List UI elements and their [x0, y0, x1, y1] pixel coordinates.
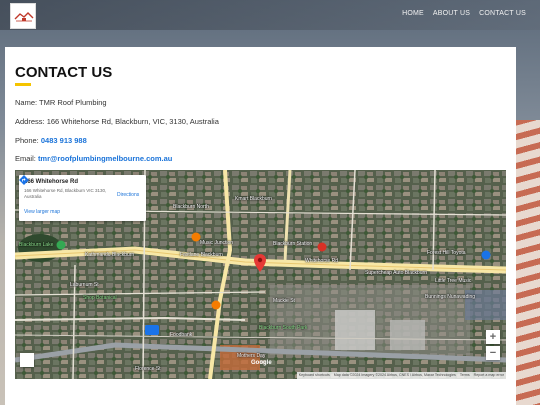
keyboard-shortcuts-link[interactable]: Keyboard shortcuts [297, 372, 332, 379]
name-label: Name: [15, 98, 38, 107]
map-card-title: 166 Whitehorse Rd [24, 179, 79, 185]
report-map-error-link[interactable]: Report a map error [472, 372, 506, 379]
place-label: Blackburn Station [273, 241, 313, 247]
place-label: Mothers Day [237, 353, 266, 359]
directions-link[interactable]: Directions [117, 192, 139, 198]
contact-content-panel: CONTACT US Name: TMR Roof Plumbing Addre… [5, 47, 516, 405]
main-nav: HOME ABOUT US CONTACT US [402, 10, 526, 17]
zoom-out-button[interactable]: − [486, 346, 500, 360]
place-label: Fastlane Blackburn [180, 252, 223, 258]
contact-email-line: Email: tmr@roofplumbingmelbourne.com.au [15, 154, 172, 163]
terms-link[interactable]: Terms [458, 372, 472, 379]
place-label: Laburnum St [70, 282, 99, 288]
street-view-pegman-icon[interactable] [20, 353, 34, 367]
location-pin-icon[interactable] [254, 254, 266, 272]
place-label: Foodbank [170, 332, 193, 338]
phone-label: Phone: [15, 136, 39, 145]
place-label: Forest Hill Toyota [427, 250, 466, 256]
map-attribution-bar: Keyboard shortcuts Map data ©2024 Imager… [296, 372, 506, 379]
place-label: Blackburn South Park [259, 325, 308, 331]
place-label: Shop Botanical [83, 295, 117, 301]
email-link[interactable]: tmr@roofplumbingmelbourne.com.au [38, 154, 172, 163]
food-marker-icon[interactable] [211, 300, 221, 310]
company-logo[interactable] [10, 3, 36, 29]
embedded-google-map[interactable]: Blackburn Lake Kmart Blackburn Blackburn… [15, 170, 506, 379]
address-value: 166 Whitehorse Rd, Blackburn, VIC, 3130,… [46, 117, 219, 126]
place-label: Blackburn Lake [19, 242, 54, 248]
place-label: Music Junction [200, 240, 234, 246]
email-label: Email: [15, 154, 36, 163]
place-label: Mackie St [273, 298, 295, 304]
google-logo: Google [251, 360, 272, 366]
address-label: Address: [15, 117, 45, 126]
map-data-attribution: Map data ©2024 Imagery ©2024 Airbus, CNE… [333, 373, 456, 377]
nav-about-link[interactable]: ABOUT US [433, 10, 470, 17]
contact-name-line: Name: TMR Roof Plumbing [15, 98, 107, 107]
map-info-card: 166 Whitehorse Rd 166 Whitehorse Rd, Bla… [19, 175, 146, 221]
hospital-marker-icon[interactable] [317, 242, 327, 252]
store-marker-icon[interactable] [481, 250, 491, 260]
view-larger-map-link[interactable]: View larger map [24, 209, 60, 215]
place-label: Blackburn North [173, 204, 209, 210]
phone-link[interactable]: 0483 913 988 [41, 136, 87, 145]
nav-home-link[interactable]: HOME [402, 10, 424, 17]
contact-phone-line: Phone: 0483 913 988 [15, 136, 87, 145]
place-label: Whitehorse Rd [305, 258, 339, 264]
place-label: Bunnings Nunawading [425, 294, 476, 300]
place-label: Little Tree Music [435, 278, 472, 284]
map-card-address: 166 Whitehorse Rd, Blackburn VIC 3130, A… [24, 188, 107, 199]
top-navigation-bar: HOME ABOUT US CONTACT US [0, 0, 540, 30]
place-label: Kathmandu Blackburn [85, 252, 135, 258]
contact-address-line: Address: 166 Whitehorse Rd, Blackburn, V… [15, 117, 219, 126]
title-underline [15, 83, 31, 86]
directions-icon[interactable] [19, 175, 29, 185]
name-value: TMR Roof Plumbing [39, 98, 107, 107]
place-label: Florence St [135, 366, 161, 372]
train-station-icon[interactable] [145, 325, 159, 335]
background-roof-image [514, 120, 540, 405]
page-title: CONTACT US [15, 64, 113, 81]
place-label: Kmart Blackburn [235, 196, 272, 202]
park-marker-icon[interactable] [56, 240, 66, 250]
nav-contact-link[interactable]: CONTACT US [479, 10, 526, 17]
place-label: Supercheap Auto Blackburn [365, 270, 427, 276]
roof-logo-icon [14, 12, 34, 22]
zoom-in-button[interactable]: + [486, 330, 500, 344]
shop-marker-icon[interactable] [191, 232, 201, 242]
